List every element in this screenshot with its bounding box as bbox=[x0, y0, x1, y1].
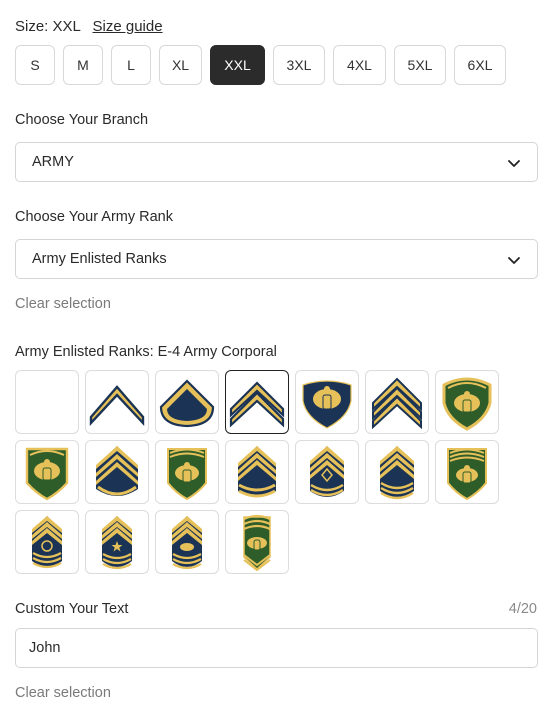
custom-text-input[interactable] bbox=[15, 628, 538, 668]
sgt-chevron-icon bbox=[372, 377, 422, 430]
spc8-eagle-icon bbox=[447, 448, 487, 501]
custom-text-counter: 4/20 bbox=[508, 601, 537, 617]
insignia-tile-spc8[interactable] bbox=[435, 440, 499, 504]
sgm-star-icon bbox=[32, 516, 62, 569]
size-option-6xl[interactable]: 6XL bbox=[454, 45, 506, 85]
insignia-tile-sgm[interactable] bbox=[15, 510, 79, 574]
size-current: XXL bbox=[52, 18, 81, 35]
insignia-tile-sma[interactable] bbox=[155, 510, 219, 574]
csm-star-icon bbox=[102, 516, 132, 570]
insignia-tile-csm[interactable] bbox=[85, 510, 149, 574]
pfc-chevron-icon bbox=[159, 379, 215, 428]
size-option-3xl[interactable]: 3XL bbox=[273, 45, 325, 85]
sfc-chevron-icon bbox=[238, 446, 276, 498]
insignia-tile-pvt[interactable] bbox=[85, 370, 149, 434]
size-label: Size: bbox=[15, 18, 49, 35]
insignia-tile-spc5[interactable] bbox=[435, 370, 499, 434]
insignia-tile-cpl[interactable] bbox=[225, 370, 289, 434]
insignia-label: Army Enlisted Ranks: E-4 Army Corporal bbox=[15, 344, 277, 360]
size-option-xxl[interactable]: XXL bbox=[210, 45, 265, 85]
size-option-xl[interactable]: XL bbox=[159, 45, 202, 85]
spc-eagle-icon bbox=[302, 380, 352, 429]
pvt-chevron-icon bbox=[89, 385, 145, 427]
size-row: Size: XXL Size guide bbox=[15, 18, 163, 35]
insignia-tile-1sg[interactable] bbox=[365, 440, 429, 504]
size-option-l[interactable]: L bbox=[111, 45, 151, 85]
spc5-eagle-icon bbox=[442, 377, 492, 431]
insignia-tile-spc7[interactable] bbox=[155, 440, 219, 504]
size-guide-link[interactable]: Size guide bbox=[93, 18, 163, 35]
1sg-chevron-icon bbox=[380, 446, 414, 500]
branch-select[interactable]: ARMY bbox=[15, 142, 538, 182]
custom-text-label: Custom Your Text bbox=[15, 601, 129, 617]
branch-label: Choose Your Branch bbox=[15, 112, 149, 128]
sma-eagle-icon bbox=[172, 516, 202, 570]
rank-label: Choose Your Army Rank bbox=[15, 209, 173, 225]
custom-text-clear-selection[interactable]: Clear selection bbox=[15, 685, 111, 701]
insignia-tile-spc[interactable] bbox=[295, 370, 359, 434]
sma2-eagle-icon bbox=[243, 514, 271, 571]
spc6-eagle-icon bbox=[25, 447, 69, 501]
insignia-tile-blank[interactable] bbox=[15, 370, 79, 434]
size-option-s[interactable]: S bbox=[15, 45, 55, 85]
insignia-tile-pfc[interactable] bbox=[155, 370, 219, 434]
msg-diamond-icon bbox=[310, 446, 344, 497]
insignia-tile-ssg[interactable] bbox=[85, 440, 149, 504]
rank-select-value: Army Enlisted Ranks bbox=[32, 251, 167, 267]
chevron-down-icon bbox=[508, 257, 520, 264]
size-option-5xl[interactable]: 5XL bbox=[394, 45, 446, 85]
spc7-eagle-icon bbox=[167, 448, 207, 501]
rank-select[interactable]: Army Enlisted Ranks bbox=[15, 239, 538, 279]
size-option-4xl[interactable]: 4XL bbox=[333, 45, 386, 85]
insignia-tile-msg[interactable] bbox=[295, 440, 359, 504]
branch-select-value: ARMY bbox=[32, 154, 74, 170]
cpl-chevron-icon bbox=[229, 381, 285, 428]
rank-clear-selection[interactable]: Clear selection bbox=[15, 296, 111, 312]
chevron-down-icon bbox=[508, 160, 520, 167]
size-options: S M L XL XXL 3XL 4XL 5XL 6XL bbox=[15, 45, 514, 85]
size-option-m[interactable]: M bbox=[63, 45, 103, 85]
insignia-tile-spc6[interactable] bbox=[15, 440, 79, 504]
insignia-tile-sma2[interactable] bbox=[225, 510, 289, 574]
insignia-tile-sgt[interactable] bbox=[365, 370, 429, 434]
insignia-tile-sfc[interactable] bbox=[225, 440, 289, 504]
ssg-chevron-icon bbox=[96, 446, 138, 496]
